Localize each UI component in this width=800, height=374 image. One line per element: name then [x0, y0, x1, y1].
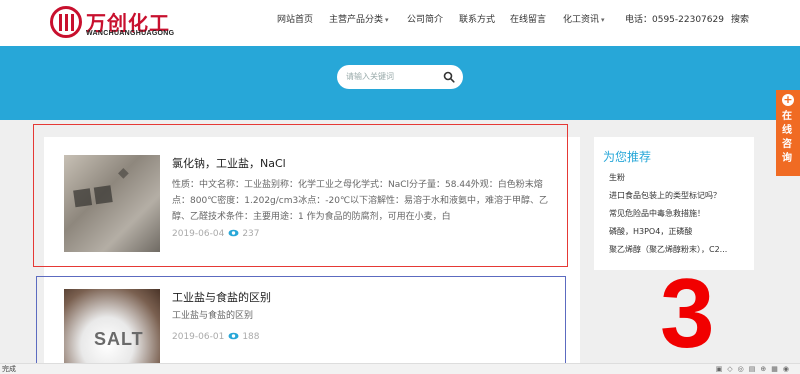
recommend-item[interactable]: 常见危险品中毒急救措施！: [609, 208, 751, 219]
nav-products[interactable]: 主营产品分类 ▾: [329, 12, 389, 25]
recommend-item[interactable]: 磷酸，H3PO4，正磷酸: [609, 226, 751, 237]
nav-message[interactable]: 在线留言: [510, 12, 546, 25]
highlight-box-red: [33, 124, 568, 267]
nav-news[interactable]: 化工资讯 ▾: [563, 12, 605, 25]
status-text: 完成: [2, 365, 16, 373]
nav-home[interactable]: 网站首页: [277, 12, 313, 25]
online-consult-button[interactable]: + 在线咨询: [776, 90, 800, 176]
recommend-item[interactable]: 进口食品包装上的类型标记吗？: [609, 190, 751, 201]
nav-contact[interactable]: 联系方式: [459, 12, 495, 25]
search-box[interactable]: 请输入关键词: [337, 65, 463, 89]
status-icons: ▣◇◎▤⊕▦◉: [715, 365, 794, 373]
browser-status-bar: 完成 ▣◇◎▤⊕▦◉: [0, 363, 800, 374]
logo-mark-icon: [50, 6, 82, 38]
search-icon[interactable]: [443, 71, 455, 83]
plus-icon: +: [782, 93, 794, 106]
recommend-item[interactable]: 聚乙烯醇（聚乙烯醇粉末），C2...: [609, 244, 751, 255]
nav-search[interactable]: 搜索: [731, 12, 749, 25]
search-input[interactable]: 请输入关键词: [346, 71, 394, 82]
nav-about[interactable]: 公司简介: [407, 12, 443, 25]
highlight-box-blue: [36, 276, 566, 368]
online-consult-label: 在线咨询: [782, 111, 792, 164]
nav-products-label: 主营产品分类: [329, 15, 384, 25]
site-logo[interactable]: 万创化工 WANCHUANGHUAGONG: [50, 6, 200, 40]
chevron-down-icon: ▾: [385, 16, 389, 24]
nav-news-label: 化工资讯: [563, 15, 600, 25]
logo-name-en: WANCHUANGHUAGONG: [86, 30, 175, 37]
overlay-number: 3: [660, 258, 715, 368]
recommend-title: 为您推荐: [603, 150, 652, 164]
recommend-item[interactable]: 生粉: [609, 172, 751, 183]
nav-phone: 电话：0595-22307629: [625, 15, 724, 25]
chevron-down-icon: ▾: [601, 16, 605, 24]
